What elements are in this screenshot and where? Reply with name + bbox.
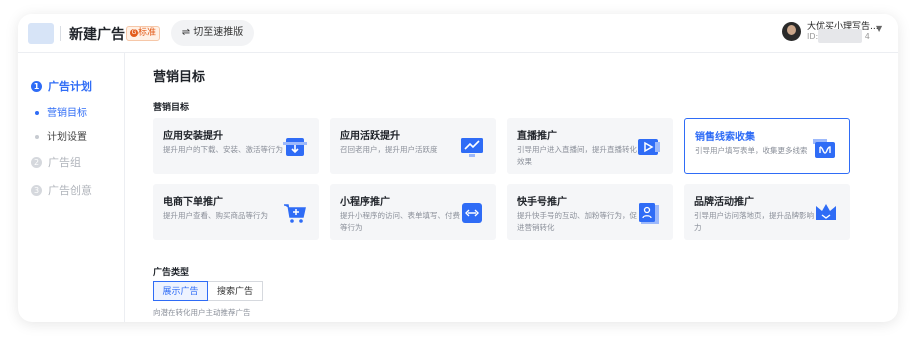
kuaishou-account-icon: [639, 203, 659, 224]
ad-type-search-button[interactable]: 搜索广告: [208, 281, 263, 301]
sidebar-item-label: 计划设置: [47, 132, 87, 143]
goal-card-ecommerce[interactable]: 电商下单推广 提升用户查看、购买商品等行为: [153, 184, 319, 240]
card-desc: 提升快手号的互动、加粉等行为，促进营销转化: [517, 211, 637, 232]
app-window: 新建广告 G 标准 ⇌ 切至速推版 大优买小理写告... ID: 4 ▼ 1 广告…: [18, 14, 898, 322]
avatar[interactable]: [782, 22, 801, 41]
card-title: 应用安装提升: [163, 131, 223, 142]
sidebar-step-ad-creative[interactable]: 3 广告创意: [31, 182, 92, 198]
dot-icon: [35, 135, 39, 139]
step-label: 广告计划: [48, 80, 92, 93]
live-play-icon: [638, 139, 660, 155]
card-desc: 提升用户查看、购买商品等行为: [163, 211, 268, 220]
step-number: 1: [31, 80, 42, 92]
sidebar-item-label: 营销目标: [47, 108, 87, 119]
card-desc: 引导用户访问落地页，提升品牌影响力: [694, 211, 814, 232]
card-desc: 引导用户填写表单，收集更多线索: [695, 146, 808, 155]
step-number: 3: [31, 184, 42, 196]
section-heading: 营销目标: [153, 70, 206, 85]
user-id-mask: [818, 29, 862, 43]
card-title: 电商下单推广: [163, 197, 223, 208]
badge-label: 标准: [138, 28, 157, 38]
goal-card-kuaishou-account[interactable]: 快手号推广 提升快手号的互动、加粉等行为，促进营销转化: [507, 184, 673, 240]
header-divider: [60, 26, 61, 41]
ad-type-label: 广告类型: [153, 268, 190, 278]
card-title: 销售线索收集: [695, 132, 755, 143]
goal-card-mini-program[interactable]: 小程序推广 提升小程序的访问、表单填写、付费等行为: [330, 184, 496, 240]
download-app-icon: [283, 138, 307, 156]
chevron-down-icon[interactable]: ▼: [876, 24, 882, 33]
lead-collect-icon: [813, 139, 835, 158]
sidebar-step-ad-group[interactable]: 2 广告组: [31, 154, 81, 170]
dot-icon: [35, 111, 39, 115]
card-desc: 提升用户的下载、安装、激活等行为: [163, 145, 283, 154]
marketing-goal-label: 营销目标: [153, 103, 190, 113]
shopping-cart-icon: [284, 204, 306, 223]
logo: [28, 23, 54, 44]
step-label: 广告组: [48, 156, 81, 169]
goal-card-brand[interactable]: 品牌活动推广 引导用户访问落地页，提升品牌影响力: [684, 184, 850, 240]
goal-card-live[interactable]: 直播推广 引导用户进入直播间，提升直播转化效果: [507, 118, 673, 174]
card-title: 直播推广: [517, 131, 557, 142]
goal-card-app-install[interactable]: 应用安装提升 提升用户的下载、安装、激活等行为: [153, 118, 319, 174]
card-title: 快手号推广: [517, 197, 567, 208]
card-desc: 提升小程序的访问、表单填写、付费等行为: [340, 211, 460, 232]
goal-card-app-active[interactable]: 应用活跃提升 召回老用户，提升用户活跃度: [330, 118, 496, 174]
ad-type-hint: 向潜在转化用户主动推荐广告: [153, 308, 251, 317]
trend-up-icon: [461, 138, 483, 157]
sidebar-step-ad-plan[interactable]: 1 广告计划: [31, 78, 92, 94]
page-title: 新建广告: [69, 27, 125, 43]
mini-program-icon: [462, 203, 482, 223]
ad-type-display-button[interactable]: 展示广告: [153, 281, 208, 301]
sidebar-item-marketing-goal[interactable]: 营销目标: [35, 104, 87, 119]
goal-card-lead-collect[interactable]: 销售线索收集 引导用户填写表单，收集更多线索: [684, 118, 850, 174]
card-desc: 引导用户进入直播间，提升直播转化效果: [517, 145, 637, 166]
sidebar: 1 广告计划 营销目标 计划设置 2 广告组 3 广告创意: [18, 53, 125, 322]
brand-crown-icon: [816, 204, 836, 220]
g-badge-icon: G: [130, 28, 138, 37]
main-content: 营销目标 营销目标 应用安装提升 提升用户的下载、安装、激活等行为 应用活跃提升…: [125, 53, 898, 322]
card-title: 小程序推广: [340, 197, 390, 208]
card-desc: 召回老用户，提升用户活跃度: [340, 145, 438, 154]
card-title: 应用活跃提升: [340, 131, 400, 142]
card-title: 品牌活动推广: [694, 197, 754, 208]
sidebar-item-plan-settings[interactable]: 计划设置: [35, 128, 87, 143]
step-label: 广告创意: [48, 184, 92, 197]
switch-mode-button[interactable]: ⇌ 切至速推版: [171, 20, 254, 46]
step-number: 2: [31, 156, 42, 168]
top-header: 新建广告 G 标准 ⇌ 切至速推版 大优买小理写告... ID: 4 ▼: [18, 14, 898, 53]
user-id-suffix: 4: [864, 32, 870, 41]
plan-badge: G 标准: [126, 26, 161, 41]
